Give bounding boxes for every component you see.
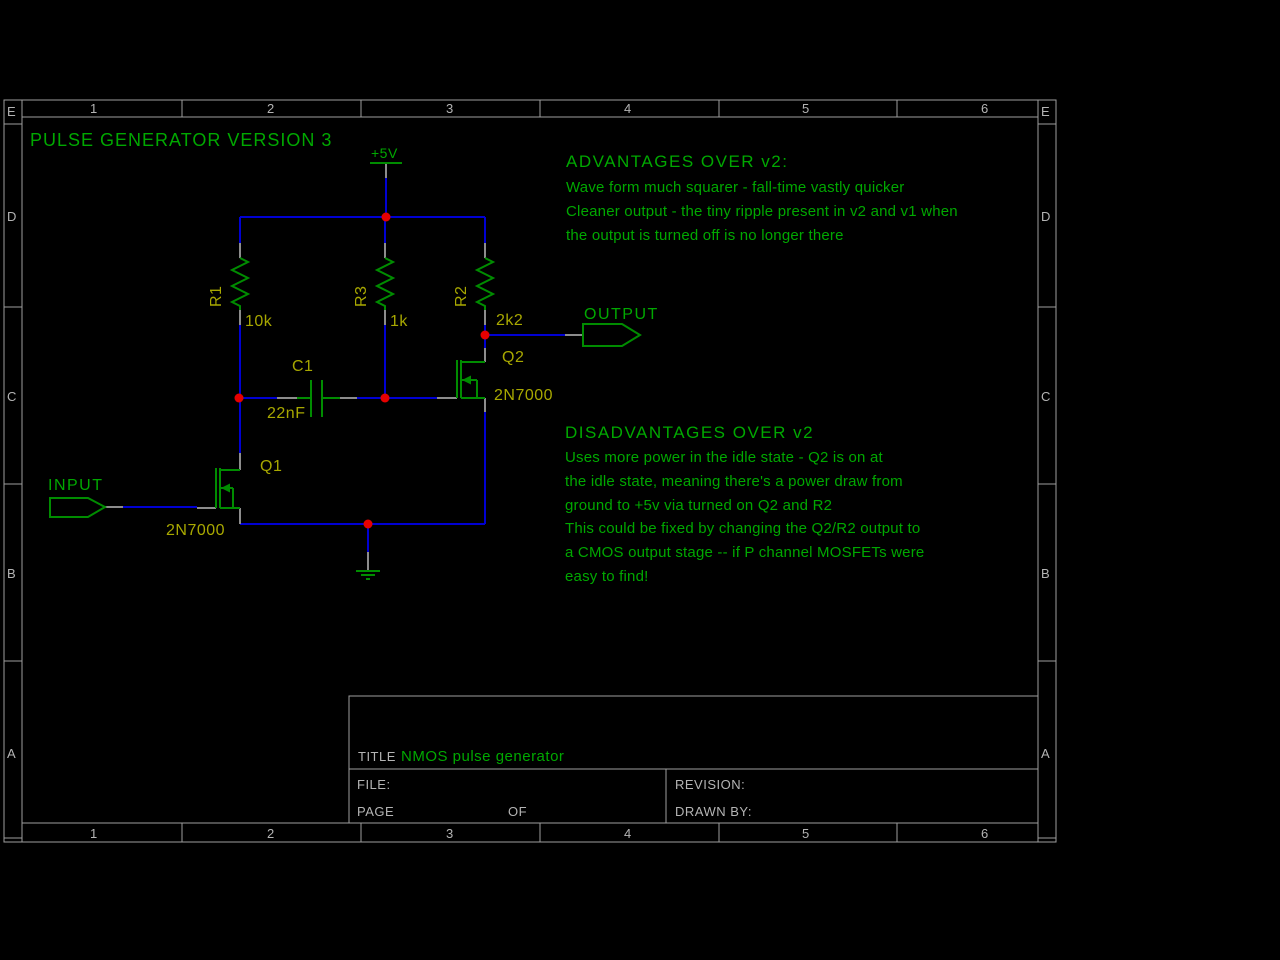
refdes-label: R3	[353, 286, 370, 307]
col-label-bottom: 1	[90, 826, 97, 841]
row-label-left: C	[7, 389, 16, 404]
note-line: This could be fixed by changing the Q2/R…	[565, 520, 920, 537]
part-label: 2N7000	[494, 387, 553, 404]
note-line: the output is turned off is no longer th…	[566, 227, 844, 244]
value-label: 2k2	[496, 312, 523, 329]
title-block-drawn-by-label: DRAWN BY:	[675, 804, 752, 819]
notes-disadvantages: DISADVANTAGES OVER v2 Uses more power in…	[565, 423, 924, 585]
power-symbol-5v[interactable]: +5V	[370, 145, 402, 163]
refdes-label: R2	[453, 286, 470, 307]
col-label-bottom: 3	[446, 826, 453, 841]
schematic-canvas: 1 2 3 4 5 6 1 2 3 4 5 6 E D C B A E D C …	[0, 0, 1280, 960]
note-line: a CMOS output stage -- if P channel MOSF…	[565, 544, 924, 561]
col-label-top: 5	[802, 101, 809, 116]
col-label-top: 4	[624, 101, 631, 116]
junction-dots	[235, 213, 490, 529]
net-wires	[123, 178, 565, 552]
input-port[interactable]: INPUT	[48, 477, 105, 517]
row-label-left: B	[7, 566, 16, 581]
refdes-label: Q2	[502, 349, 524, 366]
note-line: ground to +5v via turned on Q2 and R2	[565, 497, 832, 514]
title-block-file-label: FILE:	[357, 777, 391, 792]
resistor-r3[interactable]: R3 1k	[353, 258, 408, 330]
note-line: Wave form much squarer - fall-time vastl…	[566, 179, 905, 196]
refdes-label: C1	[292, 358, 313, 375]
col-label-top: 1	[90, 101, 97, 116]
title-block-title-label: TITLE	[358, 749, 396, 764]
title-block: TITLE NMOS pulse generator FILE: REVISIO…	[349, 696, 1038, 823]
output-net-label: OUTPUT	[584, 306, 659, 323]
note-line: Cleaner output - the tiny ripple present…	[566, 203, 958, 220]
row-label-left: E	[7, 104, 16, 119]
ground-symbol[interactable]	[356, 571, 380, 579]
col-label-bottom: 4	[624, 826, 631, 841]
note-heading: ADVANTAGES OVER v2:	[566, 152, 788, 171]
refdes-label: R1	[208, 286, 225, 307]
resistor-r2[interactable]: R2 2k2	[453, 258, 523, 329]
col-label-top: 6	[981, 101, 988, 116]
title-block-title-value: NMOS pulse generator	[401, 748, 564, 765]
note-line: the idle state, meaning there's a power …	[565, 473, 903, 490]
pin-stubs	[105, 163, 583, 570]
row-label-right: A	[1041, 746, 1050, 761]
col-label-bottom: 6	[981, 826, 988, 841]
value-label: 22nF	[267, 405, 305, 422]
sheet-title: PULSE GENERATOR VERSION 3	[30, 130, 332, 150]
row-label-right: D	[1041, 209, 1050, 224]
transistor-q2[interactable]: Q2 2N7000	[457, 349, 553, 404]
row-label-right: C	[1041, 389, 1050, 404]
notes-advantages: ADVANTAGES OVER v2: Wave form much squar…	[566, 152, 958, 244]
value-label: 10k	[245, 313, 273, 330]
title-block-of-label: OF	[508, 804, 527, 819]
row-label-right: E	[1041, 104, 1050, 119]
refdes-label: Q1	[260, 458, 282, 475]
note-heading: DISADVANTAGES OVER v2	[565, 423, 814, 442]
part-label: 2N7000	[166, 522, 225, 539]
output-port[interactable]: OUTPUT	[583, 306, 659, 346]
capacitor-c1[interactable]: C1 22nF	[267, 358, 340, 422]
col-label-bottom: 2	[267, 826, 274, 841]
col-label-top: 2	[267, 101, 274, 116]
transistor-q1[interactable]: Q1 2N7000	[166, 458, 282, 539]
note-line: easy to find!	[565, 568, 648, 585]
row-label-left: A	[7, 746, 16, 761]
row-label-right: B	[1041, 566, 1050, 581]
row-label-left: D	[7, 209, 16, 224]
power-net-label: +5V	[371, 145, 398, 161]
title-block-page-label: PAGE	[357, 804, 394, 819]
title-block-revision-label: REVISION:	[675, 777, 745, 792]
input-net-label: INPUT	[48, 477, 104, 494]
col-label-top: 3	[446, 101, 453, 116]
col-label-bottom: 5	[802, 826, 809, 841]
note-line: Uses more power in the idle state - Q2 i…	[565, 449, 884, 466]
value-label: 1k	[390, 313, 408, 330]
